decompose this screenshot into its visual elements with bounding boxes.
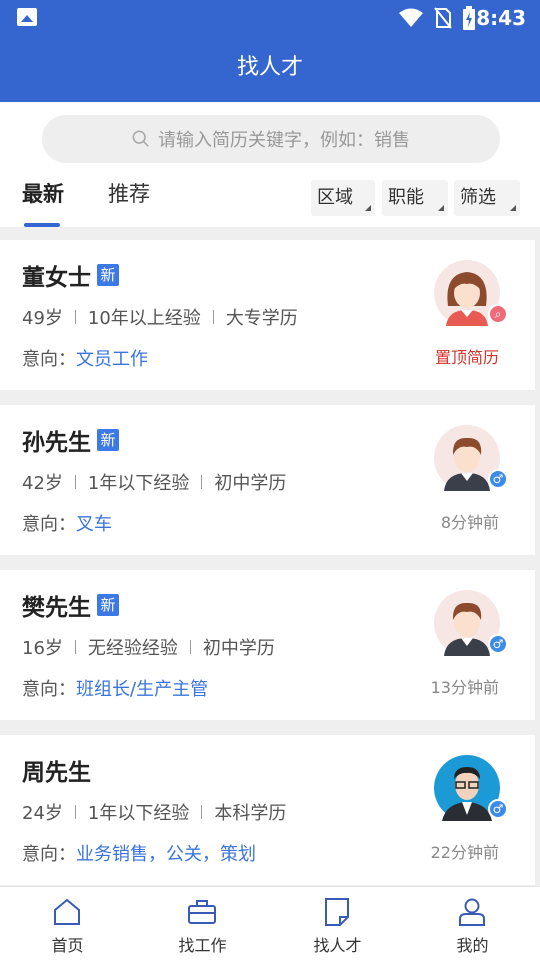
male-icon: ♂ [488,469,508,489]
male-icon: ♂ [488,634,508,654]
divider [74,310,76,324]
candidate-name-text: 董女士 [22,265,91,291]
dropdown-icon [438,205,444,211]
top-resume-label: 置顶简历 [434,348,499,367]
candidate-name-text: 周先生 [22,760,91,786]
intent-label: 意向： [22,844,76,865]
intent-label: 意向： [22,349,76,370]
intent-value: 班组长/生产主管 [76,679,209,700]
dropdown-icon [365,205,371,211]
divider [212,310,214,324]
candidate-info: 49岁 10年以上经验 大专学历 [22,304,298,330]
filter-function-label: 职能 [388,187,424,208]
search-placeholder: 请输入简历关键字，例如：销售 [158,130,410,151]
candidate-intent: 意向：叉车 [22,510,112,536]
divider [74,640,76,654]
filter-more-label: 筛选 [460,187,496,208]
candidate-name-text: 樊先生 [22,595,91,621]
intent-value: 叉车 [76,514,112,535]
candidate-education: 初中学历 [202,638,275,659]
candidate-age: 16岁 [22,638,63,659]
posted-time: 13分钟前 [430,678,499,697]
posted-time: 8分钟前 [440,513,499,532]
candidate-education: 本科学历 [214,803,287,824]
home-icon [54,898,80,925]
profile-icon [459,898,485,926]
nav-mine[interactable]: 我的 [405,887,540,960]
search-section: 请输入简历关键字，例如：销售 最新 推荐 区域 职能 筛选 [0,102,540,227]
nav-find-job-label: 找工作 [178,936,227,955]
divider [74,805,76,819]
posted-time: 22分钟前 [430,843,499,862]
candidate-name-text: 孙先生 [22,430,91,456]
candidate-education: 大专学历 [225,308,298,329]
new-badge: 新 [97,264,119,286]
nav-find-talent-label: 找人才 [313,936,362,955]
nav-find-job[interactable]: 找工作 [135,887,270,960]
tab-recommended[interactable]: 推荐 [108,178,150,208]
new-badge: 新 [97,429,119,451]
candidate-intent: 意向：班组长/生产主管 [22,675,208,701]
candidate-name: 樊先生新 [22,588,119,622]
tab-latest[interactable]: 最新 [22,178,64,208]
candidate-age: 42岁 [22,473,63,494]
clock: 8:43 [476,6,526,30]
briefcase-icon [188,900,216,924]
resume-card[interactable]: 樊先生新 16岁 无经验经验 初中学历 意向：班组长/生产主管 ♂ 13分钟前 [0,570,535,720]
divider [189,640,191,654]
status-icons [398,6,476,30]
divider [74,475,76,489]
male-icon: ♂ [488,799,508,819]
intent-value: 业务销售，公关，策划 [76,844,256,865]
candidate-name: 董女士新 [22,258,119,292]
resume-card[interactable]: 董女士新 49岁 10年以上经验 大专学历 意向：文员工作 ⌕ 置顶简历 [0,240,535,390]
candidate-experience: 无经验经验 [87,638,178,659]
resume-icon [325,898,349,926]
nav-home-label: 首页 [51,936,84,955]
dropdown-icon [510,205,516,211]
status-bar: 8:43 [0,0,540,36]
no-sim-icon [434,7,452,29]
filter-region-label: 区域 [317,187,353,208]
resume-card[interactable]: 孙先生新 42岁 1年以下经验 初中学历 意向：叉车 ♂ 8分钟前 [0,405,535,555]
candidate-experience: 1年以下经验 [87,803,190,824]
nav-home[interactable]: 首页 [0,887,135,960]
candidate-info: 42岁 1年以下经验 初中学历 [22,469,286,495]
filter-region[interactable]: 区域 [311,180,375,216]
candidate-info: 24岁 1年以下经验 本科学历 [22,799,286,825]
candidate-age: 49岁 [22,308,63,329]
divider [201,475,203,489]
page-title: 找人才 [0,36,540,102]
search-icon [132,130,149,147]
filter-function[interactable]: 职能 [382,180,448,216]
candidate-info: 16岁 无经验经验 初中学历 [22,634,275,660]
battery-icon [463,6,475,30]
divider [201,805,203,819]
tab-indicator [24,223,60,227]
candidate-education: 初中学历 [214,473,287,494]
candidate-name: 孙先生新 [22,423,119,457]
intent-label: 意向： [22,514,76,535]
resume-card[interactable]: 周先生 24岁 1年以下经验 本科学历 意向：业务销售，公关，策划 ♂ 22分钟… [0,735,535,885]
candidate-intent: 意向：业务销售，公关，策划 [22,840,256,866]
intent-value: 文员工作 [76,349,148,370]
gallery-icon [17,8,37,26]
intent-label: 意向： [22,679,76,700]
search-input[interactable]: 请输入简历关键字，例如：销售 [42,115,500,163]
nav-mine-label: 我的 [456,936,489,955]
search-badge-icon: ⌕ [488,304,508,324]
candidate-experience: 1年以下经验 [87,473,190,494]
new-badge: 新 [97,594,119,616]
candidate-experience: 10年以上经验 [87,308,201,329]
candidate-name: 周先生 [22,753,91,787]
filter-more[interactable]: 筛选 [454,180,520,216]
candidate-age: 24岁 [22,803,63,824]
wifi-icon [399,8,423,27]
nav-find-talent[interactable]: 找人才 [270,887,405,960]
bottom-navigation: 首页 找工作 找人才 我的 [0,886,540,960]
candidate-intent: 意向：文员工作 [22,345,148,371]
